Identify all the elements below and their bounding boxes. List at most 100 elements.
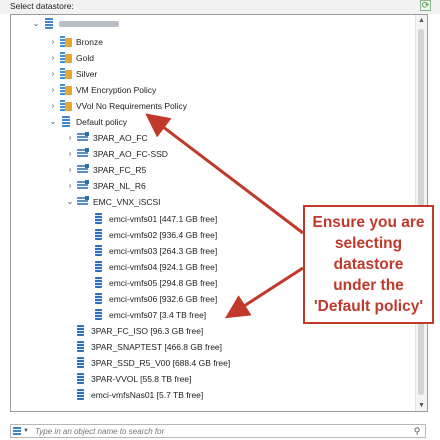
tree-item-cluster-3par-nl-r6[interactable]: › 3PAR_NL_R6 (65, 178, 146, 193)
datastore-cluster-icon (77, 132, 89, 143)
policy-folder-icon (60, 100, 72, 111)
datastore-cluster-icon (77, 180, 89, 191)
tree-item-label: Default policy (76, 116, 128, 127)
tree-item-cluster-3par-ao-fc-ssd[interactable]: › 3PAR_AO_FC-SSD (65, 146, 168, 161)
tree-item-label: emci-vmfs01 [447.1 GB free] (109, 213, 218, 224)
datastore-cluster-icon (77, 196, 89, 207)
tree-item-label: emci-vmfsNas01 [5.7 TB free] (91, 389, 204, 400)
callout-line: under the (333, 277, 404, 294)
chevron-right-icon[interactable]: › (65, 149, 75, 158)
tree-item-datastore[interactable]: emci-vmfsNas01 [5.7 TB free] (75, 387, 203, 402)
header-title: Select datastore: (10, 1, 74, 11)
tree-item-label: EMC_VNX_iSCSI (93, 196, 161, 207)
refresh-icon[interactable]: ⟳ (420, 0, 431, 11)
tree-item-policy-vvol[interactable]: › VVol No Requirements Policy (48, 98, 187, 113)
datastore-icon (75, 373, 87, 384)
tree-item-datastore[interactable]: emci-vmfs07 [3.4 TB free] (93, 307, 206, 322)
search-input[interactable] (35, 425, 405, 437)
datastore-filter-icon (13, 426, 21, 436)
host-label-redacted (59, 20, 119, 27)
tree-item-label: emci-vmfs02 [936.4 GB free] (109, 229, 218, 240)
search-filter-dropdown[interactable]: ▼ (13, 426, 33, 436)
tree-item-label: 3PAR_AO_FC (93, 132, 148, 143)
tree-item-datastore[interactable]: 3PAR_SNAPTEST [466.8 GB free] (75, 339, 222, 354)
datastore-icon (75, 341, 87, 352)
tree-item-datastore[interactable]: 3PAR_SSD_R5_V00 [688.4 GB free] (75, 355, 230, 370)
tree-item-label: emci-vmfs03 [264.3 GB free] (109, 245, 218, 256)
datastore-icon (93, 245, 105, 256)
tree-item-datastore[interactable]: emci-vmfs05 [294.8 GB free] (93, 275, 217, 290)
chevron-right-icon[interactable]: › (48, 69, 58, 78)
search-bar: ▼ ⚲ (10, 424, 426, 438)
datastore-icon (93, 261, 105, 272)
dialog-header: Select datastore: ⟳ (0, 0, 440, 14)
policy-folder-icon (60, 52, 72, 63)
host-icon (43, 18, 55, 29)
chevron-right-icon[interactable]: › (65, 181, 75, 190)
annotation-callout: Ensure you are selecting datastore under… (303, 205, 434, 324)
datastore-cluster-icon (77, 164, 89, 175)
tree-item-datastore[interactable]: emci-vmfs03 [264.3 GB free] (93, 243, 217, 258)
tree-item-policy-default[interactable]: ⌄ Default policy (48, 114, 127, 129)
tree-item-label: emci-vmfs06 [932.6 GB free] (109, 293, 218, 304)
callout-line: datastore (333, 256, 404, 273)
datastore-icon (93, 277, 105, 288)
tree-item-label: emci-vmfs07 [3.4 TB free] (109, 309, 207, 320)
datastore-icon (75, 357, 87, 368)
policy-folder-icon (60, 36, 72, 47)
datastore-icon (93, 229, 105, 240)
tree-item-cluster-3par-ao-fc[interactable]: › 3PAR_AO_FC (65, 130, 148, 145)
policy-folder-icon (60, 68, 72, 79)
search-icon[interactable]: ⚲ (411, 425, 423, 437)
tree-item-label: 3PAR_FC_R5 (93, 164, 147, 175)
tree-item-label: Bronze (76, 36, 103, 47)
tree-item-label: 3PAR-VVOL [55.8 TB free] (91, 373, 192, 384)
tree-item-label: VVol No Requirements Policy (76, 100, 188, 111)
tree-item-label: Gold (76, 52, 94, 63)
tree-item-datastore[interactable]: emci-vmfs06 [932.6 GB free] (93, 291, 217, 306)
callout-line: Ensure you are (312, 214, 425, 231)
chevron-right-icon[interactable]: › (48, 53, 58, 62)
datastore-icon (93, 293, 105, 304)
tree-item-policy-silver[interactable]: › Silver (48, 66, 97, 81)
chevron-down-icon[interactable]: ⌄ (31, 19, 41, 28)
tree-item-cluster-emc-vnx-iscsi[interactable]: ⌄ EMC_VNX_iSCSI (65, 194, 161, 209)
tree-item-datastore[interactable]: 3PAR_FC_ISO [96.3 GB free] (75, 323, 203, 338)
chevron-right-icon[interactable]: › (65, 165, 75, 174)
policy-folder-icon (60, 84, 72, 95)
datastore-cluster-icon (77, 148, 89, 159)
tree-item-cluster-3par-fc-r5[interactable]: › 3PAR_FC_R5 (65, 162, 146, 177)
chevron-right-icon[interactable]: › (48, 101, 58, 110)
tree-item-label: 3PAR_SSD_R5_V00 [688.4 GB free] (91, 357, 231, 368)
tree-item-policy-vm-encryption[interactable]: › VM Encryption Policy (48, 82, 156, 97)
callout-line: 'Default policy' (314, 298, 423, 315)
tree-item-policy-bronze[interactable]: › Bronze (48, 34, 103, 49)
chevron-down-icon[interactable]: ⌄ (48, 117, 58, 126)
chevron-right-icon[interactable]: › (48, 85, 58, 94)
tree-item-label: emci-vmfs04 [924.1 GB free] (109, 261, 218, 272)
datastore-icon (75, 389, 87, 400)
chevron-down-icon: ▼ (23, 428, 29, 434)
chevron-right-icon[interactable]: › (65, 133, 75, 142)
tree-item-datastore[interactable]: emci-vmfs02 [936.4 GB free] (93, 227, 217, 242)
tree-item-host[interactable]: ⌄ (31, 16, 119, 31)
tree-item-label: 3PAR_NL_R6 (93, 180, 146, 191)
scroll-up-icon[interactable]: ▲ (416, 15, 427, 26)
tree-item-label: 3PAR_AO_FC-SSD (93, 148, 168, 159)
tree-item-label: 3PAR_SNAPTEST [466.8 GB free] (91, 341, 223, 352)
tree-item-datastore[interactable]: 3PAR-VVOL [55.8 TB free] (75, 371, 191, 386)
tree-item-policy-gold[interactable]: › Gold (48, 50, 94, 65)
datastore-icon (93, 213, 105, 224)
tree-item-datastore[interactable]: emci-vmfs01 [447.1 GB free] (93, 211, 217, 226)
chevron-down-icon[interactable]: ⌄ (65, 197, 75, 206)
chevron-right-icon[interactable]: › (48, 37, 58, 46)
datastore-icon (93, 309, 105, 320)
scroll-down-icon[interactable]: ▼ (416, 400, 427, 411)
callout-line: selecting (334, 235, 403, 252)
tree-item-label: VM Encryption Policy (76, 84, 157, 95)
tree-item-datastore[interactable]: emci-vmfs04 [924.1 GB free] (93, 259, 217, 274)
tree-item-label: Silver (76, 68, 98, 79)
datastore-icon (75, 325, 87, 336)
tree-item-label: emci-vmfs05 [294.8 GB free] (109, 277, 218, 288)
policy-storage-icon (60, 116, 72, 127)
